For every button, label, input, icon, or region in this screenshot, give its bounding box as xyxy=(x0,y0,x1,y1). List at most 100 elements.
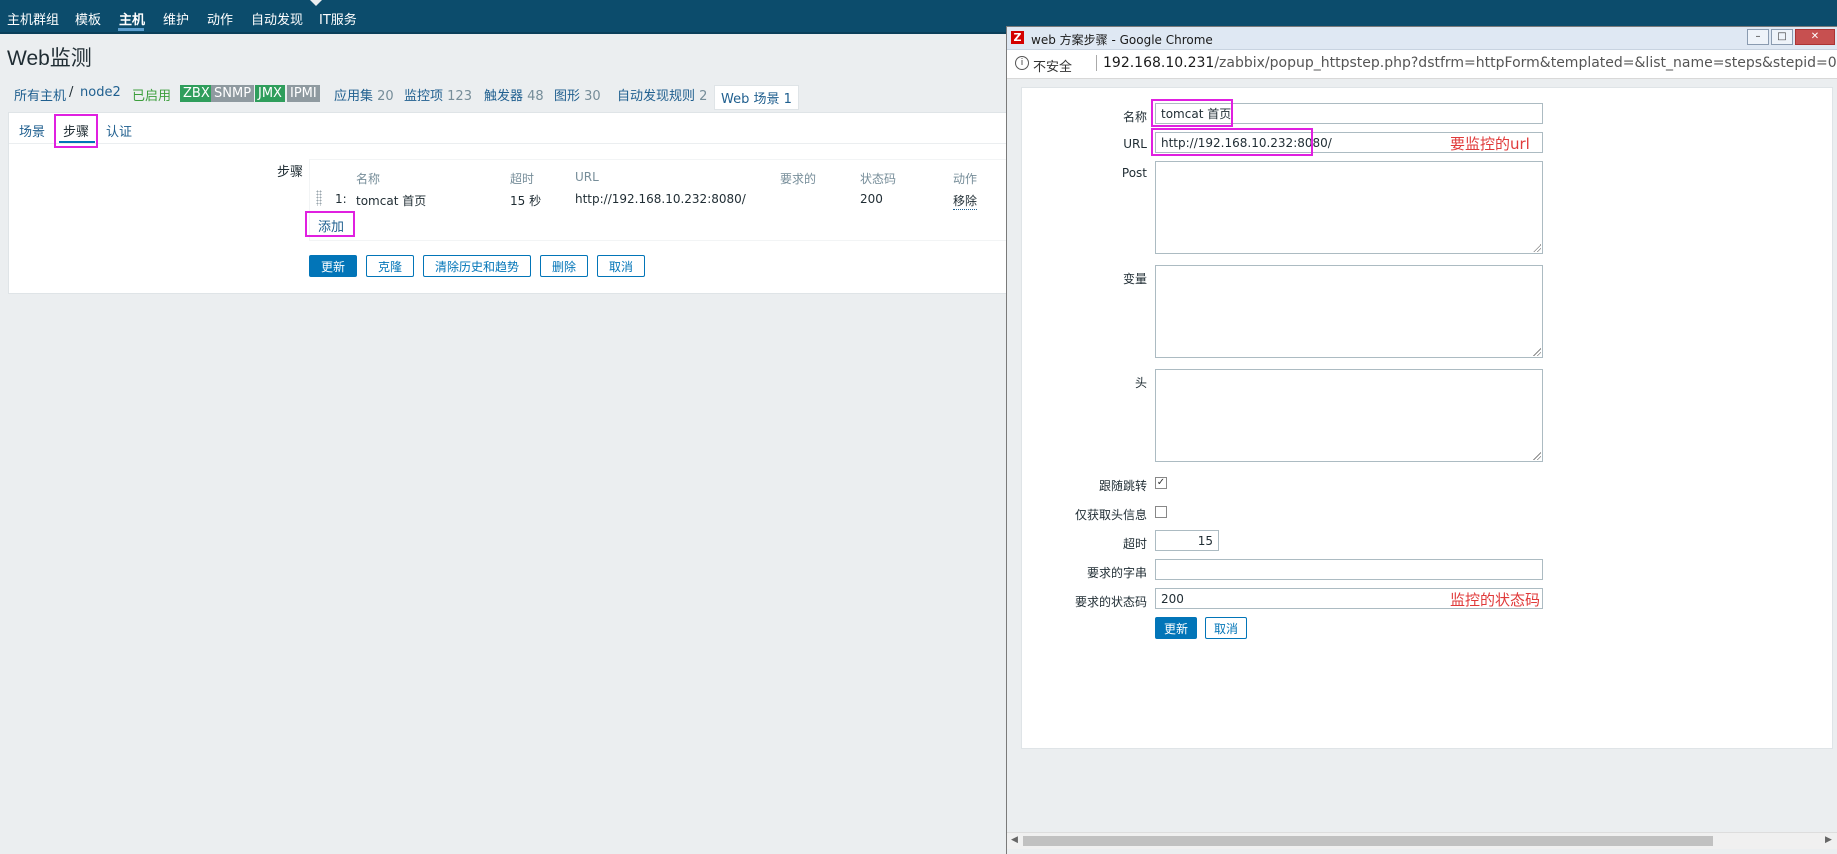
popup-titlebar[interactable]: Z web 方案步骤 - Google Chrome – □ ✕ xyxy=(1007,27,1837,50)
post-textarea[interactable] xyxy=(1155,161,1543,254)
graphs-count: 30 xyxy=(584,89,601,104)
required-string-label: 要求的字串 xyxy=(1086,566,1147,580)
required-string-input[interactable] xyxy=(1155,559,1543,580)
variables-label: 变量 xyxy=(1122,272,1147,286)
nav-templates[interactable]: 模板 xyxy=(75,9,101,28)
applications-label: 应用集 xyxy=(334,89,374,104)
headers-textarea[interactable] xyxy=(1155,369,1543,462)
drag-handle-icon[interactable] xyxy=(316,190,322,206)
horizontal-scrollbar[interactable]: ◀ ▶ xyxy=(1007,832,1837,849)
applications-count: 20 xyxy=(377,89,394,104)
step-remove-link[interactable]: 移除 xyxy=(953,192,978,210)
cancel-button[interactable]: 取消 xyxy=(597,255,645,277)
url-annotation: 要监控的url xyxy=(1450,135,1530,153)
delete-button[interactable]: 删除 xyxy=(540,255,588,277)
step-number: 1: xyxy=(335,192,347,206)
url-label: URL xyxy=(1123,137,1147,151)
address-url[interactable]: 192.168.10.231/zabbix/popup_httpstep.php… xyxy=(1103,55,1837,71)
nav-it-services[interactable]: IT服务 xyxy=(319,9,357,28)
breadcrumb-all-hosts[interactable]: 所有主机 xyxy=(14,85,66,104)
tab-authentication[interactable]: 认证 xyxy=(106,121,132,140)
items-label: 监控项 xyxy=(404,89,444,104)
follow-redirects-label: 跟随跳转 xyxy=(1098,479,1147,493)
breadcrumb-separator: / xyxy=(69,85,74,100)
web-scenarios-label: Web 场景 xyxy=(721,92,780,107)
form-tabs: 场景 步骤 认证 xyxy=(9,113,1009,144)
tab-scenario[interactable]: 场景 xyxy=(19,121,45,140)
url-path: /zabbix/popup_httpstep.php?dstfrm=httpFo… xyxy=(1214,55,1837,71)
timeout-input[interactable] xyxy=(1155,530,1219,551)
steps-table: 名称 超时 URL 要求的 状态码 动作 1: tomcat 首页 15 秒 h… xyxy=(309,159,1011,241)
nav-actions[interactable]: 动作 xyxy=(207,9,233,28)
variables-textarea[interactable] xyxy=(1155,265,1543,358)
web-scenario-form: 场景 步骤 认证 步骤 名称 超时 URL 要求的 状态码 动作 1: tomc… xyxy=(8,112,1011,294)
breadcrumb-items[interactable]: 监控项 123 xyxy=(404,85,472,104)
breadcrumb-applications[interactable]: 应用集 20 xyxy=(334,85,394,104)
col-url: URL xyxy=(575,170,599,184)
discovery-rules-label: 自动发现规则 xyxy=(617,89,696,104)
post-label: Post xyxy=(1121,166,1147,180)
follow-redirects-checkbox[interactable]: ✓ xyxy=(1155,477,1167,489)
step-form: 名称 URL 要监控的url Post 变量 头 跟随跳转 ✓ 仅获取头信息 超… xyxy=(1021,87,1833,749)
scroll-left-icon[interactable]: ◀ xyxy=(1011,835,1018,845)
breadcrumb-host[interactable]: node2 xyxy=(80,85,121,100)
scrollbar-thumb[interactable] xyxy=(1023,836,1713,846)
step-name-link[interactable]: tomcat 首页 xyxy=(356,192,426,209)
highlight-url-input xyxy=(1151,128,1313,156)
triggers-label: 触发器 xyxy=(484,89,524,104)
info-icon[interactable]: i xyxy=(1015,56,1029,70)
highlight-steps-tab xyxy=(54,114,98,148)
nav-active-indicator xyxy=(118,28,144,31)
highlight-name-input xyxy=(1151,99,1233,127)
discovery-rules-count: 2 xyxy=(699,89,708,104)
breadcrumb: 所有主机 / node2 已启用 ZBX SNMP JMX IPMI 应用集 2… xyxy=(14,84,1004,110)
graphs-label: 图形 xyxy=(554,89,581,104)
highlight-add-link xyxy=(305,211,355,237)
popup-window: Z web 方案步骤 - Google Chrome – □ ✕ i 不安全 1… xyxy=(1006,26,1837,854)
close-icon[interactable]: ✕ xyxy=(1795,29,1835,45)
popup-update-button[interactable]: 更新 xyxy=(1155,617,1197,639)
steps-label: 步骤 xyxy=(277,165,304,180)
resize-grip-icon[interactable] xyxy=(1533,452,1541,460)
web-scenarios-count: 1 xyxy=(783,92,792,107)
nav-discovery[interactable]: 自动发现 xyxy=(251,9,303,28)
retrieve-headers-only-checkbox[interactable] xyxy=(1155,506,1167,518)
not-secure-label: 不安全 xyxy=(1033,60,1073,75)
host-status-enabled[interactable]: 已启用 xyxy=(132,85,171,104)
clone-button[interactable]: 克隆 xyxy=(366,255,414,277)
col-status: 状态码 xyxy=(860,172,897,186)
triggers-count: 48 xyxy=(527,89,544,104)
url-host: 192.168.10.231 xyxy=(1103,55,1215,71)
status-annotation: 监控的状态码 xyxy=(1450,591,1541,609)
nav-caret-icon xyxy=(310,0,322,6)
popup-cancel-button[interactable]: 取消 xyxy=(1205,617,1247,639)
col-name: 名称 xyxy=(356,172,381,186)
resize-grip-icon[interactable] xyxy=(1533,244,1541,252)
clear-history-button[interactable]: 清除历史和趋势 xyxy=(423,255,531,277)
tag-zbx: ZBX xyxy=(180,85,213,102)
nav-host-groups[interactable]: 主机群组 xyxy=(7,9,59,28)
nav-hosts[interactable]: 主机 xyxy=(119,9,145,28)
minimize-icon[interactable]: – xyxy=(1747,29,1769,45)
resize-grip-icon[interactable] xyxy=(1533,348,1541,356)
retrieve-headers-only-label: 仅获取头信息 xyxy=(1074,508,1147,522)
zabbix-logo-icon: Z xyxy=(1011,31,1024,44)
breadcrumb-triggers[interactable]: 触发器 48 xyxy=(484,85,544,104)
col-timeout: 超时 xyxy=(510,172,535,186)
tag-ipmi: IPMI xyxy=(287,85,320,102)
step-url: http://192.168.10.232:8080/ xyxy=(575,192,746,206)
scroll-right-icon[interactable]: ▶ xyxy=(1825,835,1832,845)
required-status-label: 要求的状态码 xyxy=(1074,595,1147,609)
timeout-label: 超时 xyxy=(1122,537,1147,551)
breadcrumb-graphs[interactable]: 图形 30 xyxy=(554,85,601,104)
page-title: Web监测 xyxy=(7,47,92,70)
maximize-icon[interactable]: □ xyxy=(1771,29,1793,45)
breadcrumb-discovery-rules[interactable]: 自动发现规则 2 xyxy=(617,85,707,104)
nav-maintenance[interactable]: 维护 xyxy=(163,9,189,28)
address-bar[interactable]: i 不安全 192.168.10.231/zabbix/popup_httpst… xyxy=(1007,50,1837,79)
headers-label: 头 xyxy=(1134,376,1147,390)
tag-jmx: JMX xyxy=(255,85,285,102)
popup-window-title: web 方案步骤 - Google Chrome xyxy=(1031,33,1213,47)
breadcrumb-web-scenarios[interactable]: Web 场景 1 xyxy=(714,85,799,110)
update-button[interactable]: 更新 xyxy=(309,255,357,277)
